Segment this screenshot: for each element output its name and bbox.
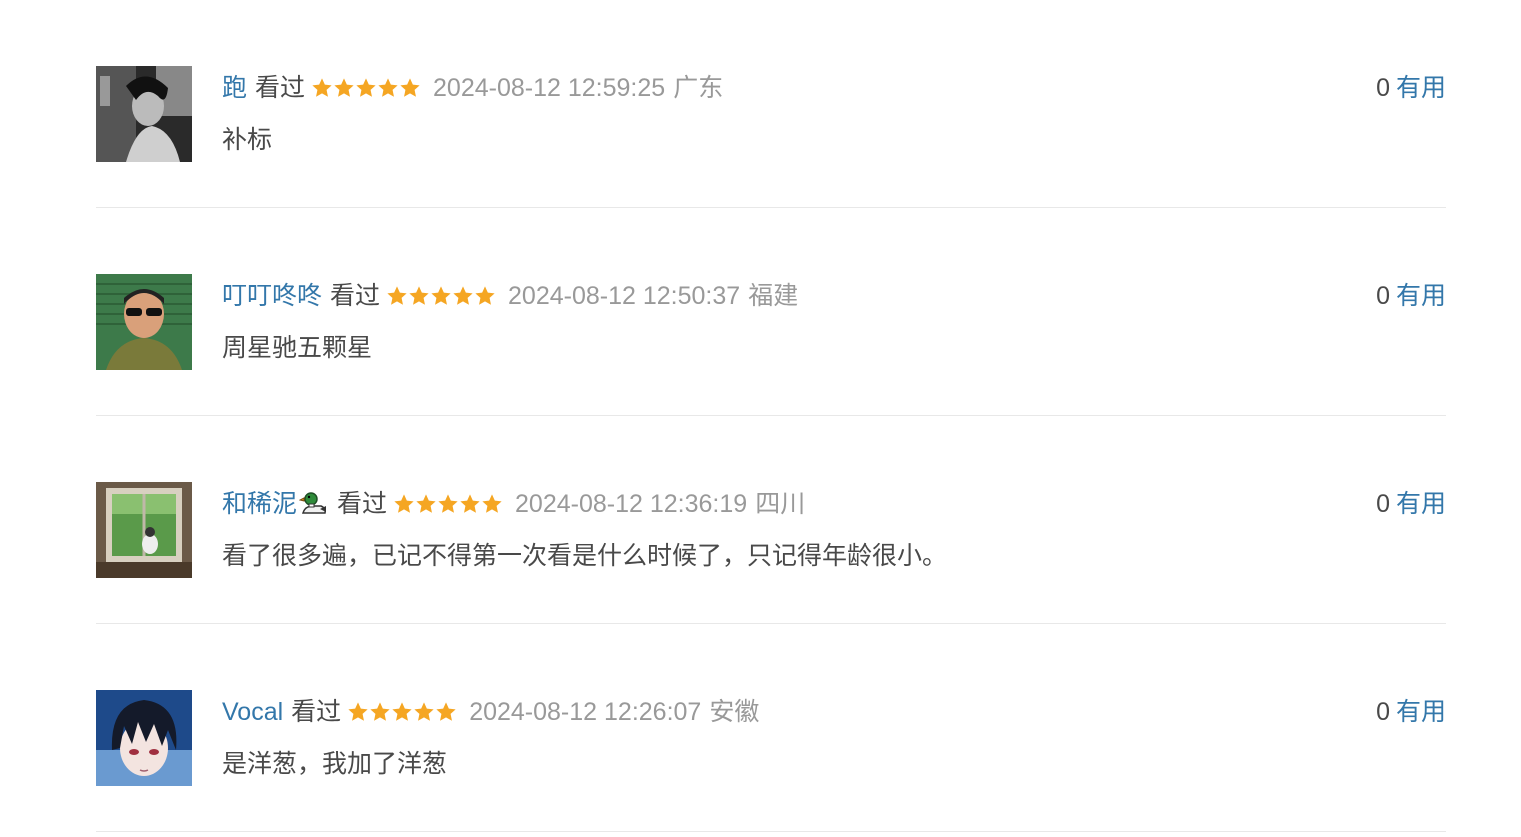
watch-status: 看过 [291,698,342,726]
comment-time: 2024-08-12 12:59:25 [433,74,666,102]
star-icon [394,494,414,513]
vote-count: 0 [1376,74,1390,102]
comment-content: 补标 [222,126,273,154]
comment-location: 四川 [755,490,806,518]
star-icon [392,702,412,721]
vote-area: 0 有用 [1376,70,1446,106]
useful-button[interactable]: 有用 [1396,282,1446,310]
star-icon [348,702,368,721]
comment-location: 广东 [673,74,724,102]
username-link[interactable]: 和稀泥 [222,486,297,522]
useful-button[interactable]: 有用 [1396,698,1446,726]
star-icon [453,286,473,305]
rating-stars [393,493,503,515]
username-link[interactable]: 叮叮咚咚 [222,278,322,314]
star-icon [370,702,390,721]
avatar-bw-portrait-icon [96,66,192,162]
avatar[interactable] [96,66,192,162]
comment-item: Vocal 看过 2024-08-12 12:26:07 安徽 是洋葱，我加了洋… [96,624,1446,832]
comment-time: 2024-08-12 12:26:07 [469,698,702,726]
comment-content: 周星驰五颗星 [222,334,373,362]
vote-area: 0 有用 [1376,278,1446,314]
useful-button[interactable]: 有用 [1396,74,1446,102]
vote-count: 0 [1376,282,1390,310]
star-icon [482,494,502,513]
rating-stars [311,77,421,99]
watch-status: 看过 [255,74,306,102]
vote-area: 0 有用 [1376,486,1446,522]
comment-content: 是洋葱，我加了洋葱 [222,750,448,778]
star-icon [312,78,332,97]
avatar-man-sunglasses-icon [96,274,192,370]
star-icon [387,286,407,305]
comment-item: 叮叮咚咚 看过 2024-08-12 12:50:37 福建 周星驰五颗星 0有… [96,208,1446,416]
star-icon [414,702,434,721]
watch-status: 看过 [337,490,388,518]
star-icon [431,286,451,305]
useful-button[interactable]: 有用 [1396,490,1446,518]
comment-location: 福建 [748,282,799,310]
star-icon [378,78,398,97]
comment-meta: Vocal 看过 2024-08-12 12:26:07 安徽 [222,694,759,730]
comment-meta: 叮叮咚咚 看过 2024-08-12 12:50:37 福建 [222,278,798,314]
username-link[interactable]: Vocal [222,694,283,730]
duck-icon [298,489,329,519]
star-icon [475,286,495,305]
avatar[interactable] [96,482,192,578]
comment-item: 和稀泥 看过 2024-08-12 12:36:19 四川 看了很多遍，已记不得… [96,416,1446,624]
comment-meta: 和稀泥 看过 2024-08-12 12:36:19 四川 [222,486,805,522]
star-icon [409,286,429,305]
comment-time: 2024-08-12 12:50:37 [508,282,741,310]
star-icon [460,494,480,513]
vote-count: 0 [1376,490,1390,518]
avatar[interactable] [96,690,192,786]
username-link[interactable]: 跑 [222,70,247,106]
star-icon [436,702,456,721]
vote-area: 0 有用 [1376,694,1446,730]
comment-content: 看了很多遍，已记不得第一次看是什么时候了，只记得年龄很小。 [222,542,948,570]
star-icon [416,494,436,513]
comment-meta: 跑 看过 2024-08-12 12:59:25 广东 [222,70,723,106]
star-icon [438,494,458,513]
rating-stars [386,285,496,307]
star-icon [334,78,354,97]
watch-status: 看过 [330,282,381,310]
rating-stars [347,701,457,723]
comment-list: 跑 看过 2024-08-12 12:59:25 广东 补标 0 有用 叮叮咚咚… [96,0,1446,832]
avatar-window-view-icon [96,482,192,578]
star-icon [356,78,376,97]
star-icon [400,78,420,97]
comment-item: 跑 看过 2024-08-12 12:59:25 广东 补标 0 有用 [96,0,1446,208]
avatar[interactable] [96,274,192,370]
avatar-anime-boy-icon [96,690,192,786]
comment-location: 安徽 [709,698,760,726]
comment-time: 2024-08-12 12:36:19 [515,490,748,518]
vote-count: 0 [1376,698,1390,726]
